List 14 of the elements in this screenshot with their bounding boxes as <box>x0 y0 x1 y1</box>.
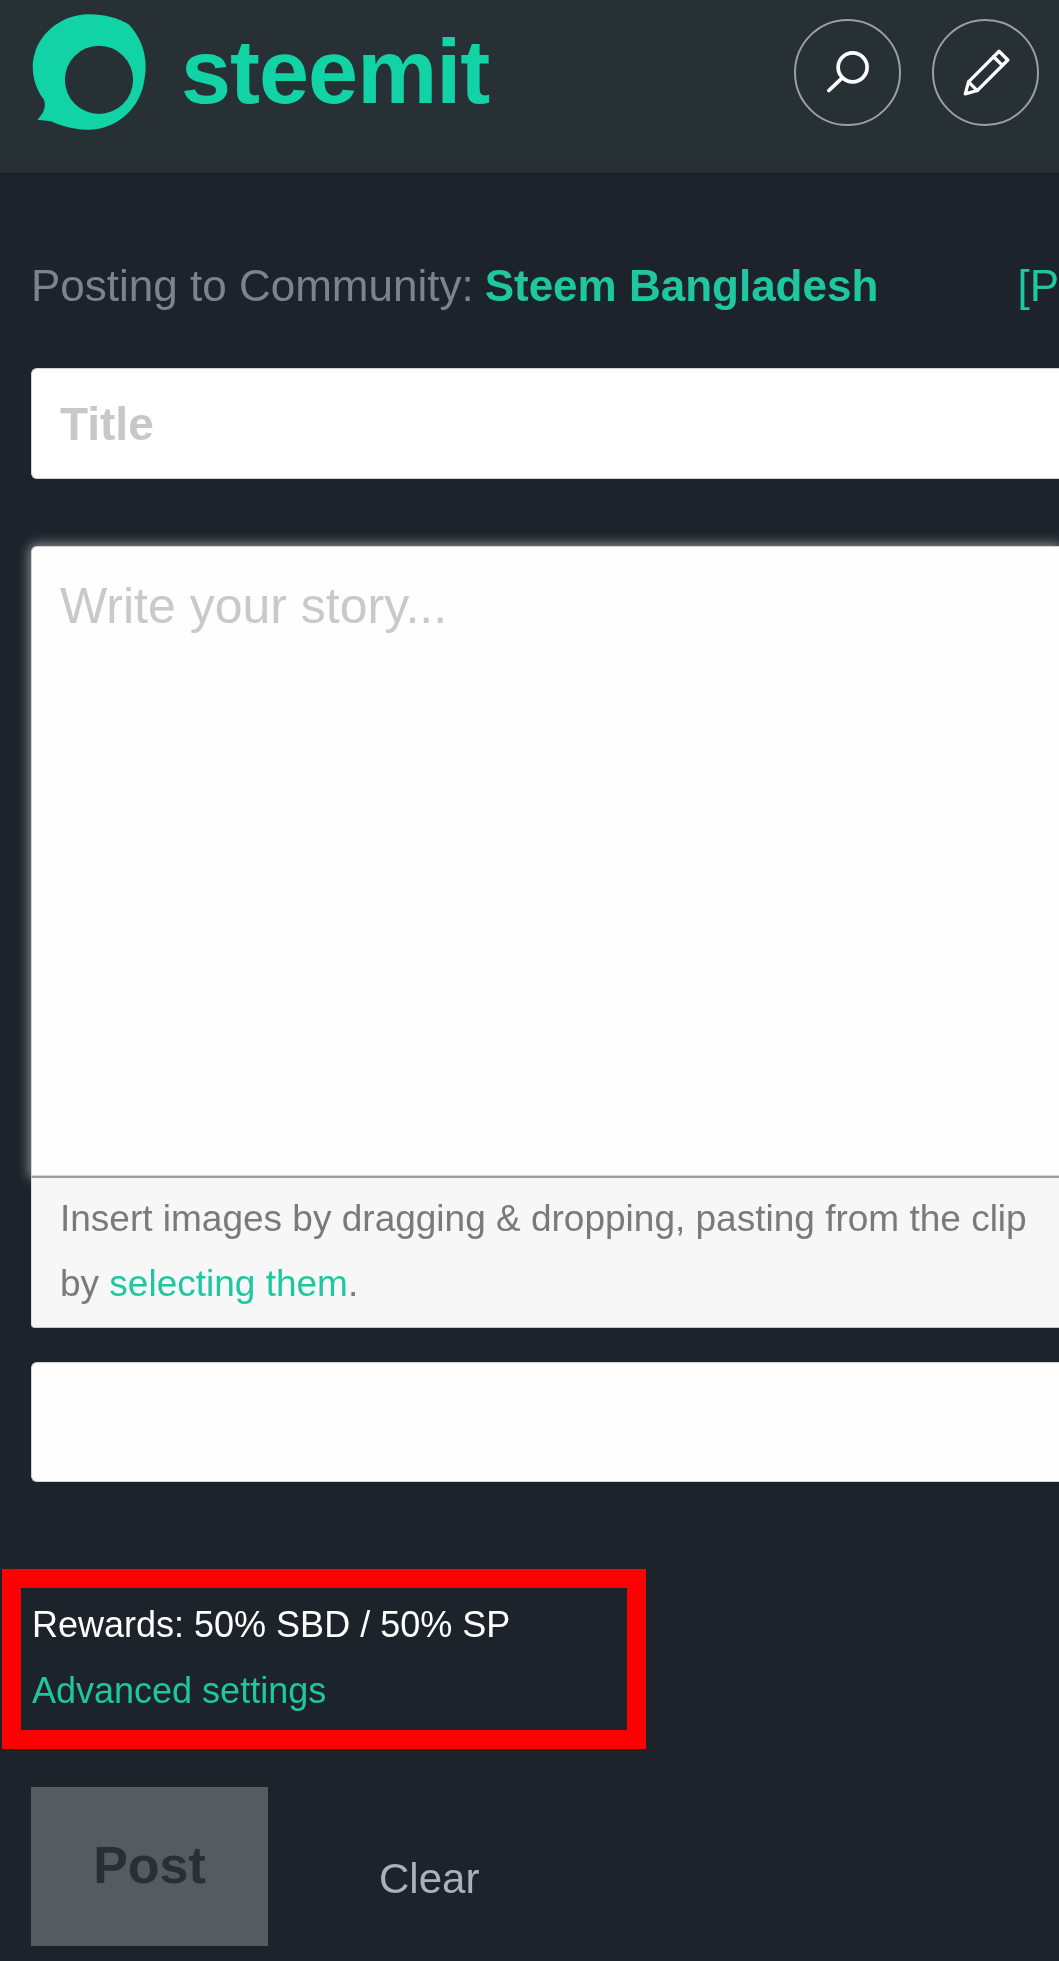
advanced-settings-link[interactable]: Advanced settings <box>32 1669 327 1713</box>
logo-icon <box>30 13 147 131</box>
logo-text[interactable]: steemit <box>181 27 490 117</box>
upload-hint-text: Insert images by dragging & dropping, pasting from the clip by selecting them. <box>60 1197 1027 1306</box>
rewards-text: Rewards: 50% SBD / 50% SP <box>32 1603 511 1647</box>
tags-field[interactable] <box>31 1362 1059 1482</box>
community-name: Steem Bangladesh <box>484 260 879 312</box>
cut-off-link[interactable]: [P <box>1017 259 1059 313</box>
clear-button[interactable]: Clear <box>348 1844 511 1913</box>
search-button[interactable] <box>794 18 901 126</box>
pencil-icon <box>961 48 1010 96</box>
edit-button[interactable] <box>932 18 1039 126</box>
search-icon <box>825 51 870 93</box>
community-label: Posting to Community: <box>31 260 474 312</box>
